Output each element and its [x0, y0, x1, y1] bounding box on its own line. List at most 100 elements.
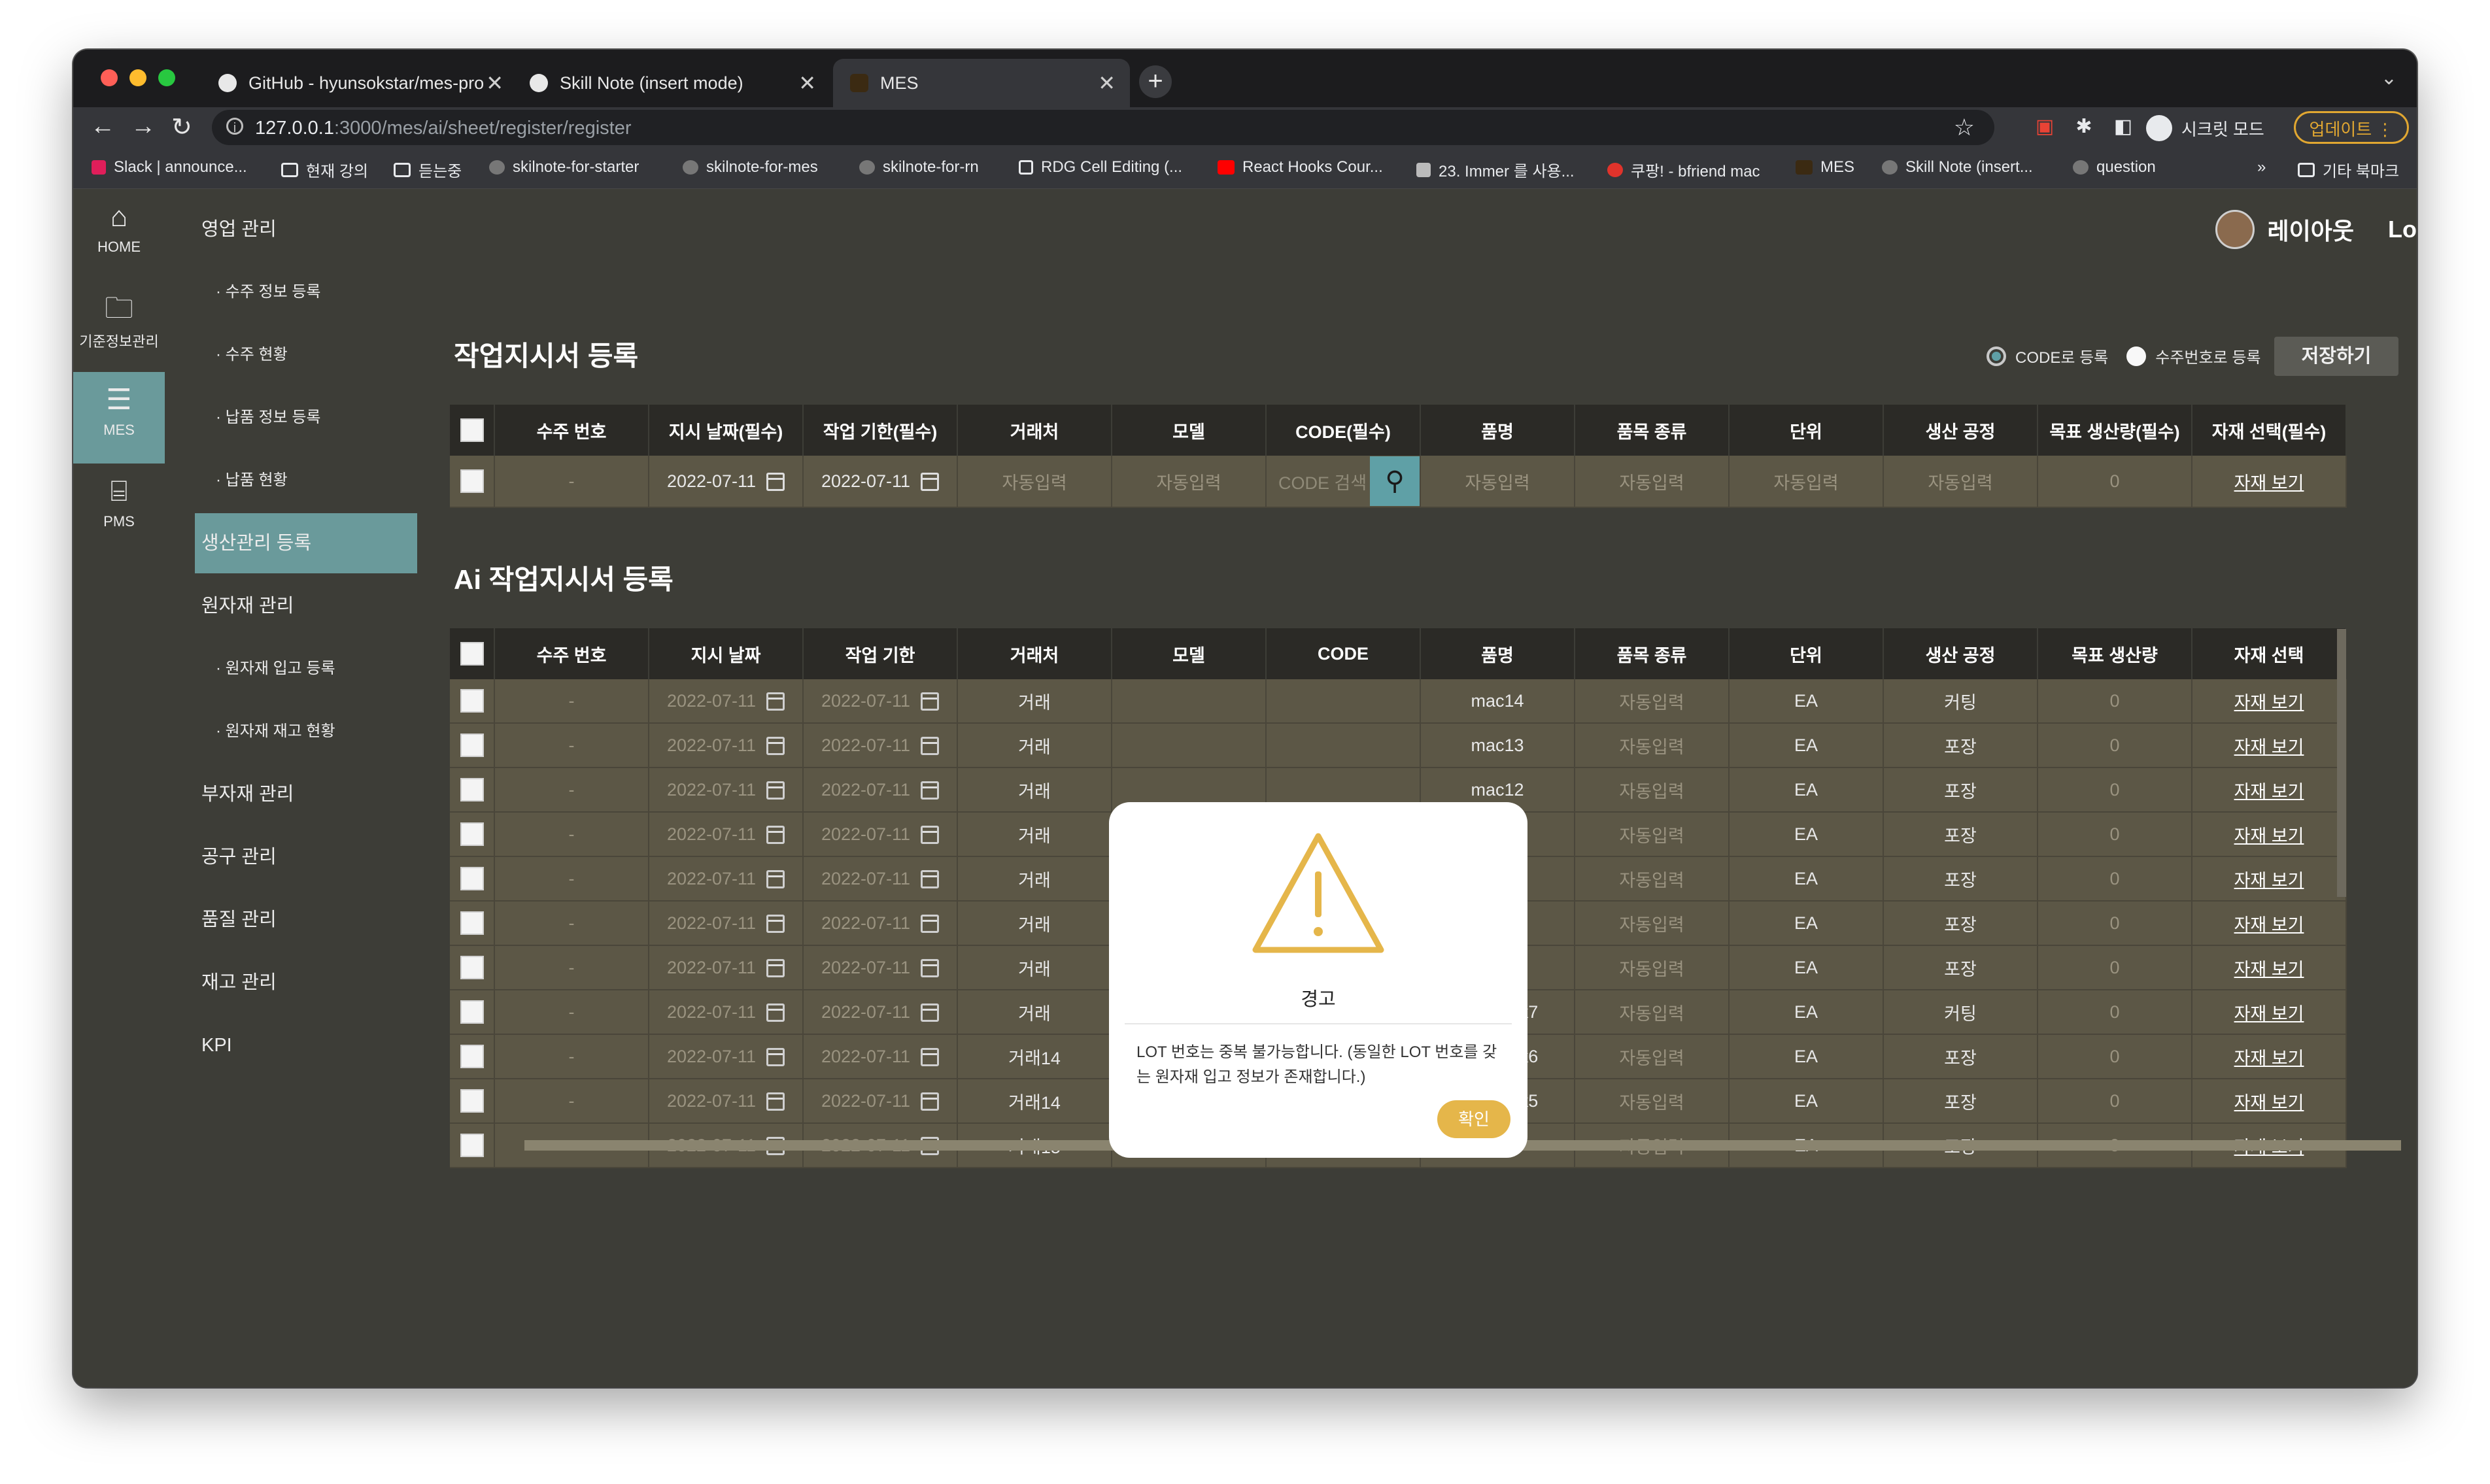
row-select-cell[interactable]	[450, 901, 495, 946]
calendar-icon[interactable]	[766, 959, 785, 978]
material-view-link[interactable]: 자재 보기	[2192, 812, 2347, 857]
rail-home[interactable]: ⌂ HOME	[73, 189, 165, 280]
menu-order-register[interactable]: · 수주 정보 등록	[195, 262, 417, 322]
zoom-window-button[interactable]	[158, 69, 175, 86]
code-search-input[interactable]: CODE 검색	[1267, 469, 1370, 494]
new-tab-button[interactable]: +	[1139, 65, 1172, 98]
calendar-icon[interactable]	[921, 737, 940, 756]
close-icon[interactable]: ✕	[486, 71, 503, 95]
instruction-date-cell[interactable]: 2022-07-11	[649, 1034, 804, 1079]
target-quantity-cell[interactable]: 0	[2038, 767, 2192, 813]
target-quantity-cell[interactable]: 0	[2038, 945, 2192, 990]
bookmark-item[interactable]: skilnote-for-rn	[859, 158, 979, 177]
menu-sub-material[interactable]: 부자재 관리	[195, 764, 417, 824]
deadline-date-cell[interactable]: 2022-07-11	[803, 1034, 958, 1079]
material-view-link[interactable]: 자재 보기	[2192, 1079, 2347, 1124]
logout-link[interactable]: Lo	[2388, 216, 2417, 243]
address-bar[interactable]: i 127.0.0.1:3000/mes/ai/sheet/register/r…	[212, 110, 1994, 145]
tab-skill-note[interactable]: Skill Note (insert mode) ✕	[530, 59, 830, 107]
material-view-link[interactable]: 자재 보기	[2192, 1034, 2347, 1079]
instruction-date-cell[interactable]: 2022-07-11	[649, 812, 804, 857]
target-quantity-cell[interactable]: 0	[2038, 1034, 2192, 1079]
material-view-link[interactable]: 자재 보기	[2192, 679, 2347, 724]
row-select-cell[interactable]	[450, 1123, 495, 1168]
calendar-icon[interactable]	[921, 473, 940, 492]
target-quantity-cell[interactable]: 0	[2038, 812, 2192, 857]
row-checkbox[interactable]	[460, 956, 484, 979]
select-all-cell[interactable]	[450, 628, 495, 679]
target-quantity-input[interactable]: 0	[2038, 456, 2192, 508]
row-checkbox[interactable]	[460, 911, 484, 935]
instruction-date-input[interactable]: 2022-07-11	[649, 456, 804, 508]
deadline-date-cell[interactable]: 2022-07-11	[803, 679, 958, 724]
menu-sales[interactable]: 영업 관리	[195, 199, 417, 260]
menu-raw-material-in[interactable]: · 원자재 입고 등록	[195, 639, 417, 699]
deadline-date-cell[interactable]: 2022-07-11	[803, 901, 958, 946]
reload-icon[interactable]: ↻	[171, 112, 192, 142]
bookmark-item[interactable]: MES	[1796, 158, 1854, 177]
target-quantity-cell[interactable]: 0	[2038, 1079, 2192, 1124]
calendar-icon[interactable]	[921, 1092, 940, 1111]
calendar-icon[interactable]	[921, 870, 940, 889]
material-view-link[interactable]: 자재 보기	[2192, 856, 2347, 902]
row-checkbox[interactable]	[460, 778, 484, 801]
calendar-icon[interactable]	[766, 1092, 785, 1111]
deadline-date-cell[interactable]: 2022-07-11	[803, 856, 958, 902]
calendar-icon[interactable]	[766, 1048, 785, 1067]
extension-icon[interactable]: ▣	[2034, 115, 2056, 137]
deadline-date-cell[interactable]: 2022-07-11	[803, 990, 958, 1035]
calendar-icon[interactable]	[766, 870, 785, 889]
target-quantity-cell[interactable]: 0	[2038, 990, 2192, 1035]
select-all-checkbox[interactable]	[460, 418, 484, 442]
calendar-icon[interactable]	[921, 959, 940, 978]
deadline-date-cell[interactable]: 2022-07-11	[803, 767, 958, 813]
row-select-cell[interactable]	[450, 723, 495, 768]
target-quantity-cell[interactable]: 0	[2038, 901, 2192, 946]
instruction-date-cell[interactable]: 2022-07-11	[649, 901, 804, 946]
search-icon[interactable]: ⚲	[1370, 456, 1419, 506]
target-quantity-cell[interactable]: 0	[2038, 856, 2192, 902]
calendar-icon[interactable]	[766, 1003, 785, 1022]
save-button[interactable]: 저장하기	[2274, 337, 2398, 376]
radio-code[interactable]	[1987, 346, 2006, 366]
menu-kpi[interactable]: KPI	[195, 1015, 417, 1075]
tab-github[interactable]: GitHub - hyunsokstar/mes-pro ✕	[218, 59, 518, 107]
row-checkbox[interactable]	[460, 867, 484, 890]
user-name[interactable]: 레이아웃	[2268, 212, 2354, 246]
instruction-date-cell[interactable]: 2022-07-11	[649, 1079, 804, 1124]
side-panel-icon[interactable]: ◧	[2112, 115, 2134, 137]
target-quantity-cell[interactable]: 0	[2038, 679, 2192, 724]
bookmark-item[interactable]: 듣는중	[394, 158, 462, 181]
row-select-cell[interactable]	[450, 812, 495, 857]
row-select-cell[interactable]	[450, 679, 495, 724]
material-view-link[interactable]: 자재 보기	[2192, 990, 2347, 1035]
bookmark-item[interactable]: skilnote-for-mes	[683, 158, 818, 177]
confirm-button[interactable]: 확인	[1437, 1100, 1510, 1138]
bookmark-item[interactable]: skilnote-for-starter	[489, 158, 639, 177]
rail-pms[interactable]: ⌸ PMS	[73, 464, 165, 555]
tab-mes[interactable]: MES ✕	[833, 59, 1130, 107]
menu-production[interactable]: 생산관리 등록	[195, 513, 417, 573]
forward-icon[interactable]: →	[131, 112, 156, 141]
calendar-icon[interactable]	[766, 737, 785, 756]
menu-delivery-register[interactable]: · 납품 정보 등록	[195, 388, 417, 448]
row-checkbox[interactable]	[460, 1089, 484, 1113]
bookmark-item[interactable]: 쿠팡! - bfriend mac	[1607, 158, 1760, 181]
deadline-date-input[interactable]: 2022-07-11	[803, 456, 958, 508]
bookmark-item[interactable]: 현재 강의	[281, 158, 368, 181]
menu-quality[interactable]: 품질 관리	[195, 890, 417, 950]
menu-order-status[interactable]: · 수주 현황	[195, 325, 417, 385]
bookmark-item[interactable]: RDG Cell Editing (...	[1019, 158, 1182, 177]
menu-delivery-status[interactable]: · 납품 현황	[195, 450, 417, 511]
calendar-icon[interactable]	[921, 826, 940, 845]
row-checkbox[interactable]	[460, 1000, 484, 1024]
instruction-date-cell[interactable]: 2022-07-11	[649, 679, 804, 724]
row-select-cell[interactable]	[450, 945, 495, 990]
target-quantity-cell[interactable]: 0	[2038, 723, 2192, 768]
instruction-date-cell[interactable]: 2022-07-11	[649, 767, 804, 813]
select-all-checkbox[interactable]	[460, 642, 484, 666]
deadline-date-cell[interactable]: 2022-07-11	[803, 723, 958, 768]
back-icon[interactable]: ←	[90, 112, 115, 141]
instruction-date-cell[interactable]: 2022-07-11	[649, 945, 804, 990]
material-view-link[interactable]: 자재 보기	[2192, 456, 2347, 508]
